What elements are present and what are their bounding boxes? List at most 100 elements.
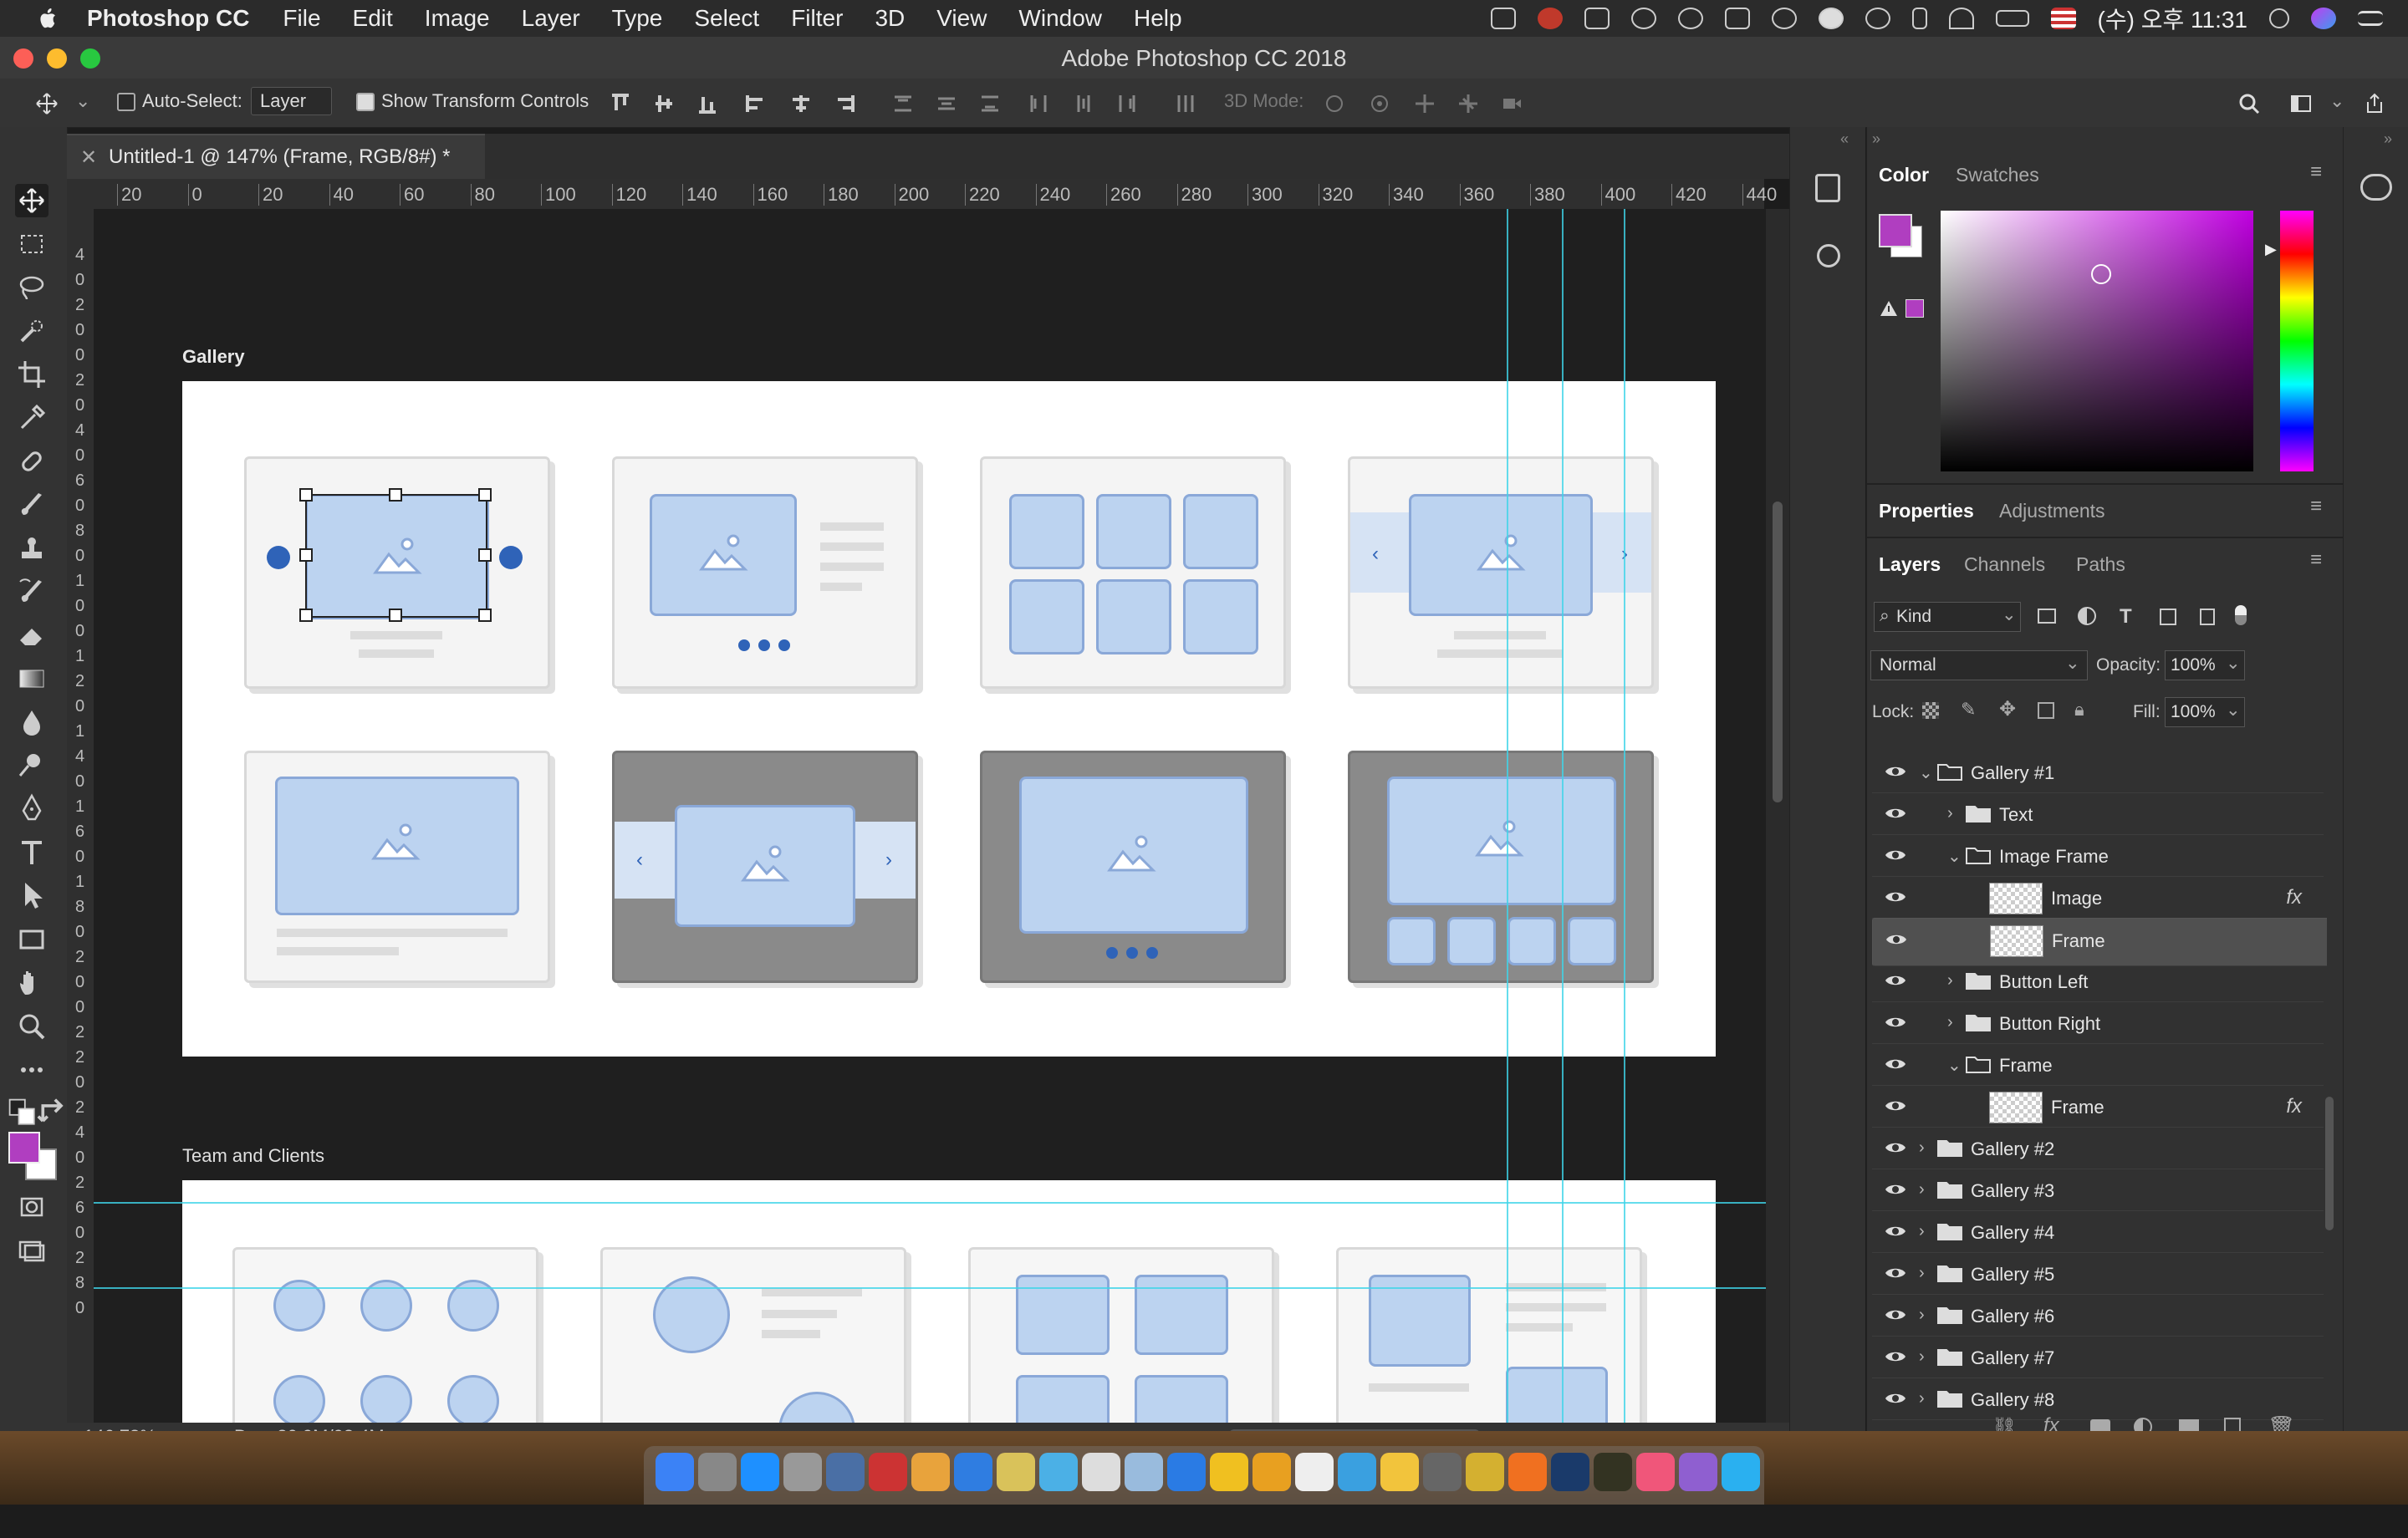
chevron-left-icon[interactable]: ‹ <box>1372 542 1379 566</box>
menu-3d[interactable]: 3D <box>875 5 905 32</box>
auto-select-checkbox[interactable]: Auto-Select: <box>117 90 242 112</box>
dock-app-icon[interactable] <box>826 1453 865 1491</box>
dock-app-icon[interactable] <box>1380 1453 1419 1491</box>
menu-filter[interactable]: Filter <box>791 5 843 32</box>
visibility-eye-icon[interactable] <box>1884 889 1907 904</box>
d-icon[interactable] <box>1771 8 1797 29</box>
dock-app-icon[interactable] <box>1594 1453 1632 1491</box>
transform-handle[interactable] <box>478 609 492 622</box>
eyedropper-tool-icon[interactable] <box>15 401 48 435</box>
opacity-field[interactable]: 100% ⌄ <box>2165 650 2245 680</box>
transform-handle[interactable] <box>299 548 313 562</box>
distribute-bottom-icon[interactable] <box>978 92 1002 115</box>
tab-paths[interactable]: Paths <box>2076 553 2125 576</box>
filter-shape-icon[interactable] <box>2160 609 2176 625</box>
transform-handle[interactable] <box>478 548 492 562</box>
layer-row[interactable]: › Gallery #2 <box>1872 1127 2324 1169</box>
align-top-icon[interactable] <box>609 92 632 115</box>
visibility-eye-icon[interactable] <box>1884 1015 1907 1030</box>
dock-app-icon[interactable] <box>1082 1453 1120 1491</box>
tool-preset-chevron-icon[interactable]: ⌄ <box>75 90 90 112</box>
path-selection-tool-icon[interactable] <box>15 879 48 913</box>
fill-field[interactable]: 100% ⌄ <box>2165 697 2245 727</box>
transform-handle[interactable] <box>478 488 492 502</box>
visibility-eye-icon[interactable] <box>1885 932 1908 947</box>
menu-window[interactable]: Window <box>1018 5 1102 32</box>
tab-channels[interactable]: Channels <box>1964 553 2045 576</box>
hand-tool-icon[interactable] <box>15 966 48 1000</box>
align-right-icon[interactable] <box>833 92 856 115</box>
dock-app-icon[interactable] <box>1466 1453 1504 1491</box>
tab-properties[interactable]: Properties <box>1879 500 1974 522</box>
chevron-right-icon[interactable]: › <box>1919 1180 1925 1199</box>
wifi-icon[interactable] <box>1948 8 1974 29</box>
chevron-right-icon[interactable]: › <box>1947 971 1953 991</box>
align-left-icon[interactable] <box>744 92 768 115</box>
panel-menu-icon[interactable]: ≡ <box>2310 548 2322 572</box>
transform-handle[interactable] <box>389 609 402 622</box>
healing-brush-tool-icon[interactable] <box>15 445 48 478</box>
type-tool-icon[interactable] <box>15 836 48 869</box>
lock-image-icon[interactable]: ✎ <box>1961 699 1976 721</box>
chevron-left-icon[interactable]: ‹ <box>636 848 643 872</box>
gallery-card-3[interactable] <box>980 456 1286 689</box>
team-card-2[interactable] <box>600 1247 906 1431</box>
move-tool-icon[interactable] <box>15 184 48 217</box>
dictionary-icon[interactable] <box>1724 8 1750 29</box>
tab-swatches[interactable]: Swatches <box>1956 164 2039 186</box>
screen-mode-icon[interactable] <box>15 1234 48 1267</box>
workspace-chevron-icon[interactable]: ⌄ <box>2329 90 2344 112</box>
chevron-right-icon[interactable]: › <box>885 848 892 872</box>
dock-app-icon[interactable] <box>698 1453 737 1491</box>
history-brush-tool-icon[interactable] <box>15 575 48 609</box>
menu-edit[interactable]: Edit <box>353 5 393 32</box>
history-panel-icon[interactable] <box>1815 174 1840 202</box>
3d-roll-icon[interactable] <box>1368 92 1391 115</box>
chevron-down-icon[interactable]: ⌄ <box>2226 653 2241 674</box>
panel-menu-icon[interactable]: ≡ <box>2310 495 2322 518</box>
guide-vertical[interactable] <box>1507 209 1508 1431</box>
visibility-eye-icon[interactable] <box>1884 848 1907 863</box>
filter-type-icon[interactable]: T <box>2120 605 2132 629</box>
vertical-scrollbar[interactable] <box>1766 209 1789 1431</box>
chevron-right-icon[interactable]: › <box>1919 1222 1925 1241</box>
chevron-right-icon[interactable]: › <box>1919 1138 1925 1158</box>
gallery-card-2[interactable] <box>612 456 918 689</box>
button-right-icon[interactable] <box>499 546 523 569</box>
gallery-card-5[interactable] <box>244 751 550 983</box>
3d-slide-icon[interactable] <box>1457 92 1480 115</box>
dock-app-icon[interactable] <box>869 1453 907 1491</box>
layer-row[interactable]: ⌄ Image Frame <box>1872 834 2324 877</box>
notification-icon[interactable] <box>1537 8 1563 29</box>
spotlight-icon[interactable] <box>2269 8 2289 28</box>
menu-layer[interactable]: Layer <box>522 5 580 32</box>
chevron-right-icon[interactable]: › <box>1919 1306 1925 1325</box>
filter-smart-object-icon[interactable] <box>2200 609 2215 625</box>
guide-vertical[interactable] <box>1624 209 1625 1431</box>
blend-mode-dropdown[interactable]: Normal ⌄ <box>1870 650 2088 680</box>
align-hcenter-icon[interactable] <box>789 92 813 115</box>
apple-menu-icon[interactable] <box>32 5 65 32</box>
quick-selection-tool-icon[interactable] <box>15 314 48 348</box>
filter-toggle-icon[interactable] <box>2235 605 2247 625</box>
auto-align-icon[interactable] <box>1174 92 1197 115</box>
dock-app-icon[interactable] <box>1252 1453 1291 1491</box>
tab-adjustments[interactable]: Adjustments <box>1999 500 2105 522</box>
cloud-icon[interactable] <box>1818 8 1844 29</box>
color-picker-cursor[interactable] <box>2091 264 2111 284</box>
dock-app-icon[interactable] <box>1338 1453 1376 1491</box>
layer-row[interactable]: Image fx <box>1872 876 2324 919</box>
3d-scale-icon[interactable] <box>1500 92 1523 115</box>
share-icon[interactable] <box>2363 92 2386 115</box>
dock-app-icon[interactable] <box>1636 1453 1675 1491</box>
layers-scrollbar[interactable] <box>2325 1097 2334 1230</box>
canvas[interactable]: Gallery ‹ ‹ › Team and Clients <box>94 209 1766 1431</box>
clone-stamp-tool-icon[interactable] <box>15 532 48 565</box>
layer-row[interactable]: ⌄ Gallery #1 <box>1872 751 2324 793</box>
chevron-right-icon[interactable]: › <box>1947 1013 1953 1032</box>
layer-row[interactable]: ⌄ Frame <box>1872 1043 2324 1086</box>
visibility-eye-icon[interactable] <box>1884 1224 1907 1239</box>
lock-all-icon[interactable]: 🔒︎ <box>2074 699 2084 721</box>
collapse-panels-icon[interactable]: » <box>1872 130 1880 148</box>
layer-row[interactable]: › Text <box>1872 792 2324 835</box>
